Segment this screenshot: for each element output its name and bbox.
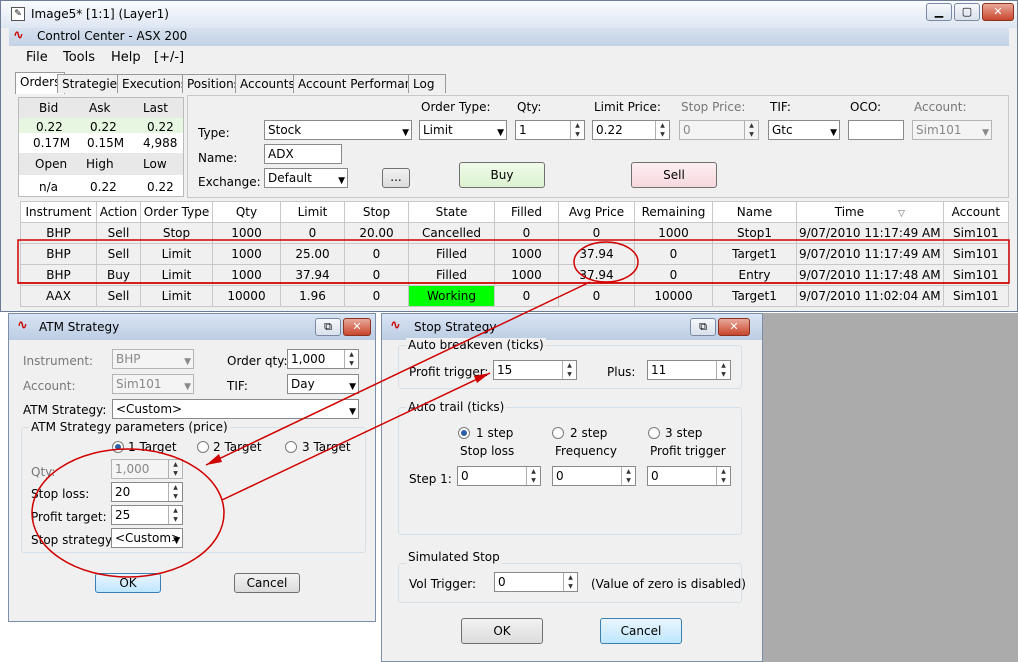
highlight-stops-circle [31, 448, 225, 578]
arrowhead-icon [474, 373, 490, 383]
arrowhead-icon [206, 454, 222, 465]
arrow-to-profit-trigger [221, 372, 491, 501]
highlight-filled-rows [17, 239, 1010, 284]
highlight-avg-price-circle [573, 241, 639, 283]
annotation-overlay [17, 239, 1010, 578]
arrow-to-qty [205, 281, 591, 466]
